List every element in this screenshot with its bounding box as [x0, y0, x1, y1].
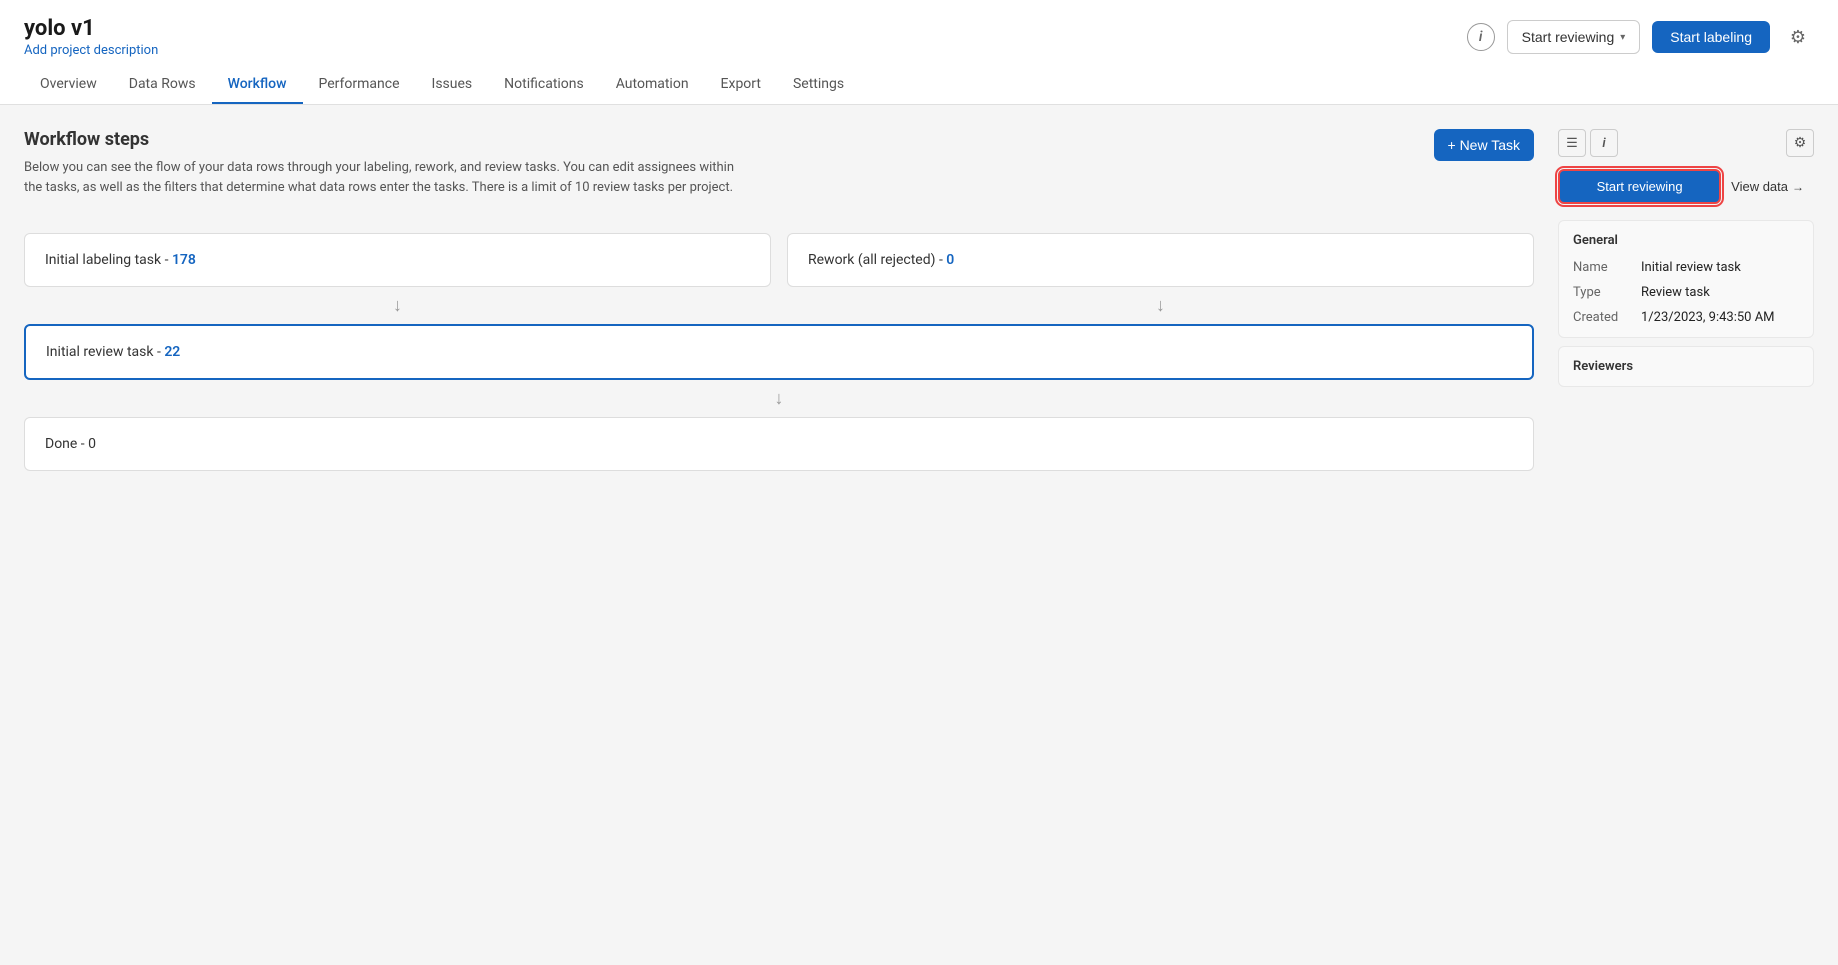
tab-data-rows[interactable]: Data Rows	[113, 66, 212, 104]
tab-performance[interactable]: Performance	[303, 66, 416, 104]
done-task-label: Done -	[45, 436, 88, 452]
start-labeling-button[interactable]: Start labeling	[1652, 21, 1770, 53]
panel-general-section: General Name Initial review task Type Re…	[1558, 220, 1814, 338]
panel-field-name: Name Initial review task	[1573, 260, 1799, 275]
tasks-area: Initial labeling task - 178 Rework (all …	[24, 233, 1534, 471]
tasks-row-top: Initial labeling task - 178 Rework (all …	[24, 233, 1534, 287]
panel-icons-left: ☰ i	[1558, 129, 1618, 157]
workflow-header-row: Workflow steps Below you can see the flo…	[24, 129, 1534, 217]
tab-settings[interactable]: Settings	[777, 66, 860, 104]
panel-info-icon[interactable]: i	[1590, 129, 1618, 157]
info-icon[interactable]: i	[1467, 23, 1495, 51]
project-info: yolo v1 Add project description	[24, 16, 158, 58]
panel-toolbar: ☰ i ⚙	[1558, 129, 1814, 157]
panel-start-reviewing-button[interactable]: Start reviewing	[1558, 169, 1721, 204]
reviewers-section: Reviewers	[1558, 346, 1814, 387]
panel-field-created: Created 1/23/2023, 9:43:50 AM	[1573, 310, 1799, 325]
rework-task-count: 0	[946, 252, 954, 268]
labeling-task-card[interactable]: Initial labeling task - 178	[24, 233, 771, 287]
tab-overview[interactable]: Overview	[24, 66, 113, 104]
tab-export[interactable]: Export	[705, 66, 777, 104]
header: yolo v1 Add project description i Start …	[0, 0, 1838, 105]
arrow-down-left: ↓	[24, 287, 771, 324]
workflow-description: Below you can see the flow of your data …	[24, 158, 744, 197]
panel-actions: Start reviewing View data →	[1558, 169, 1814, 204]
labeling-task-label: Initial labeling task -	[45, 252, 172, 268]
arrow-down-review: ↓	[24, 380, 1534, 417]
panel-field-type: Type Review task	[1573, 285, 1799, 300]
panel-list-icon[interactable]: ☰	[1558, 129, 1586, 157]
arrow-right-icon: →	[1792, 180, 1804, 194]
header-top: yolo v1 Add project description i Start …	[24, 16, 1814, 58]
done-task-count: 0	[88, 436, 96, 452]
tab-notifications[interactable]: Notifications	[488, 66, 600, 104]
project-description[interactable]: Add project description	[24, 43, 158, 58]
review-task-card[interactable]: Initial review task - 22	[24, 324, 1534, 380]
settings-icon[interactable]: ⚙	[1782, 21, 1814, 53]
right-panel: ☰ i ⚙ Start reviewing View data → Genera…	[1558, 129, 1814, 916]
review-task-count: 22	[164, 344, 180, 360]
arrows-row-top: ↓ ↓	[24, 287, 1534, 324]
chevron-down-icon: ▾	[1620, 32, 1625, 43]
new-task-button[interactable]: + New Task	[1434, 129, 1535, 161]
panel-view-data-button[interactable]: View data →	[1721, 171, 1814, 202]
project-title: yolo v1	[24, 16, 158, 41]
created-field-label: Created	[1573, 310, 1633, 325]
name-field-label: Name	[1573, 260, 1633, 275]
rework-task-label: Rework (all rejected) -	[808, 252, 946, 268]
panel-settings-icon[interactable]: ⚙	[1786, 129, 1814, 157]
arrow-down-right: ↓	[787, 287, 1534, 324]
panel-general-title: General	[1573, 233, 1799, 248]
name-field-value: Initial review task	[1641, 260, 1741, 275]
tab-workflow[interactable]: Workflow	[212, 66, 303, 104]
type-field-value: Review task	[1641, 285, 1710, 300]
workflow-title: Workflow steps	[24, 129, 744, 150]
labeling-task-count: 178	[172, 252, 196, 268]
start-reviewing-button[interactable]: Start reviewing ▾	[1507, 20, 1641, 54]
tab-issues[interactable]: Issues	[416, 66, 489, 104]
reviewers-title: Reviewers	[1573, 359, 1799, 374]
type-field-label: Type	[1573, 285, 1633, 300]
content-left: Workflow steps Below you can see the flo…	[24, 129, 1534, 916]
created-field-value: 1/23/2023, 9:43:50 AM	[1641, 310, 1775, 325]
tab-automation[interactable]: Automation	[600, 66, 705, 104]
rework-task-card[interactable]: Rework (all rejected) - 0	[787, 233, 1534, 287]
done-task-card[interactable]: Done - 0	[24, 417, 1534, 471]
main-content: Workflow steps Below you can see the flo…	[0, 105, 1838, 940]
review-task-label: Initial review task -	[46, 344, 164, 360]
header-actions: i Start reviewing ▾ Start labeling ⚙	[1467, 20, 1814, 54]
nav-tabs: Overview Data Rows Workflow Performance …	[24, 66, 1814, 104]
workflow-header: Workflow steps Below you can see the flo…	[24, 129, 744, 197]
